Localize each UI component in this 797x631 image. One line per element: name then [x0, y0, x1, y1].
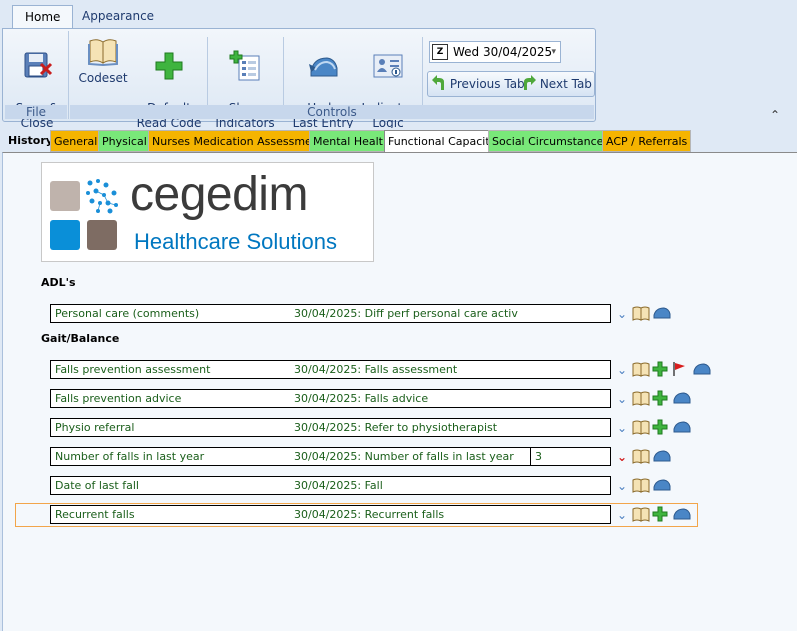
add-icon[interactable] — [652, 361, 670, 379]
date-picker[interactable]: Z Wed 30/04/2025 ▾ — [429, 41, 561, 63]
tab-nurses-medication-assessment[interactable]: Nurses Medication Assessment — [148, 130, 328, 152]
next-tab-button[interactable]: Next Tab — [522, 75, 592, 93]
next-tab-icon — [524, 75, 536, 90]
add-icon[interactable] — [652, 506, 670, 524]
add-icon — [155, 52, 183, 80]
chevron-icon[interactable]: ⌄ — [613, 419, 631, 437]
logo-square — [50, 181, 80, 211]
row-label: Falls prevention advice — [50, 389, 291, 408]
undo-icon[interactable] — [673, 506, 691, 524]
undo-icon[interactable] — [653, 448, 671, 466]
date-value: Wed 30/04/2025 — [453, 45, 553, 59]
flag-icon[interactable] — [672, 361, 690, 379]
tab-appearance[interactable]: Appearance — [70, 5, 166, 29]
divider — [422, 37, 423, 107]
book-icon[interactable] — [632, 477, 650, 495]
divider — [68, 31, 69, 119]
row-value-field[interactable]: 30/04/2025: Refer to physiotherapist — [290, 418, 611, 437]
chevron-icon[interactable]: ⌄ — [613, 390, 631, 408]
content-tab-strip: History General Physical Nurses Medicati… — [0, 128, 797, 152]
tab-acp-referrals[interactable]: ACP / Referrals — [602, 130, 692, 152]
codeset-label: Codeset — [78, 71, 128, 85]
logo-square — [50, 220, 80, 250]
chevron-red-icon[interactable]: ⌄ — [613, 448, 631, 466]
book-icon[interactable] — [632, 305, 650, 323]
form-row-recurrent-falls: Recurrent falls 30/04/2025: Recurrent fa… — [15, 503, 698, 527]
book-icon[interactable] — [632, 506, 650, 524]
row-label: Falls prevention assessment — [50, 360, 291, 379]
tab-mental-health[interactable]: Mental Health — [309, 130, 394, 152]
row-value-field[interactable]: 30/04/2025: Falls assessment — [290, 360, 611, 379]
book-icon[interactable] — [632, 419, 650, 437]
falls-count-input[interactable]: 3 — [530, 447, 611, 466]
add-icon[interactable] — [652, 390, 670, 408]
undo-icon[interactable] — [653, 305, 671, 323]
tab-functional-capacity[interactable]: Functional Capacity — [384, 130, 501, 152]
tab-home[interactable]: Home — [12, 5, 74, 29]
section-heading-gait-balance: Gait/Balance — [41, 332, 120, 345]
tab-general[interactable]: General — [50, 130, 102, 152]
row-inner: Recurrent falls 30/04/2025: Recurrent fa… — [50, 505, 691, 525]
logo-square — [87, 220, 117, 250]
ribbon-panel: Save & Close File Codeset Default Read C… — [2, 28, 596, 130]
row-value-field[interactable]: 30/04/2025: Number of falls in last year — [290, 447, 531, 466]
chevron-icon[interactable]: ⌄ — [613, 361, 631, 379]
tab-physical[interactable]: Physical — [98, 130, 151, 152]
tab-history[interactable]: History — [5, 130, 56, 152]
row-label: Recurrent falls — [50, 505, 291, 524]
group-label-controls: Controls — [70, 105, 594, 119]
row-value-field[interactable]: 30/04/2025: Recurrent falls — [290, 505, 611, 524]
previous-tab-button[interactable]: Previous Tab — [432, 75, 525, 93]
group-label-file: File — [5, 105, 67, 119]
divider — [207, 37, 208, 107]
tab-social-circumstances[interactable]: Social Circumstances — [488, 130, 614, 152]
logo-subtitle: Healthcare Solutions — [134, 229, 338, 254]
add-icon[interactable] — [652, 419, 670, 437]
chevron-icon[interactable]: ⌄ — [613, 477, 631, 495]
cegedim-logo: cegedim Healthcare Solutions — [41, 162, 374, 262]
next-tab-label: Next Tab — [539, 77, 592, 91]
row-label: Physio referral — [50, 418, 291, 437]
row-label: Date of last fall — [50, 476, 291, 495]
ribbon-tab-strip: Home Appearance — [0, 0, 797, 29]
undo-icon[interactable] — [693, 361, 711, 379]
book-icon[interactable] — [632, 448, 650, 466]
section-heading-adls: ADL's — [41, 276, 76, 289]
chevron-icon[interactable]: ⌄ — [613, 305, 631, 323]
collapse-ribbon-icon[interactable]: ⌃ — [770, 108, 780, 122]
undo-icon[interactable] — [673, 390, 691, 408]
undo-icon — [309, 57, 338, 77]
chevron-icon[interactable]: ⌄ — [613, 506, 631, 524]
row-value-field[interactable]: 30/04/2025: Falls advice — [290, 389, 611, 408]
row-label: Number of falls in last year — [50, 447, 291, 466]
previous-tab-icon — [432, 75, 444, 90]
undo-icon[interactable] — [673, 419, 691, 437]
row-label: Personal care (comments) — [50, 304, 291, 323]
row-value-field[interactable]: 30/04/2025: Fall — [290, 476, 611, 495]
indicators-icon — [229, 50, 260, 81]
logic-icon — [373, 54, 403, 78]
divider — [283, 37, 284, 107]
logo-wordmark: cegedim — [130, 168, 308, 221]
codeset-button[interactable]: Codeset — [75, 35, 131, 86]
logo-dots-icon — [86, 179, 118, 214]
row-value-field[interactable]: 30/04/2025: Diff perf personal care acti… — [290, 304, 611, 323]
previous-tab-label: Previous Tab — [449, 77, 525, 91]
save-icon — [24, 52, 53, 78]
book-icon[interactable] — [632, 390, 650, 408]
book-icon[interactable] — [632, 361, 650, 379]
undo-icon[interactable] — [653, 477, 671, 495]
calendar-icon: Z — [432, 44, 448, 60]
chevron-down-icon: ▾ — [551, 47, 556, 57]
book-icon — [88, 39, 118, 67]
form-panel: cegedim Healthcare Solutions ADL's Perso… — [2, 152, 797, 631]
tab-navigation: Previous Tab Next Tab — [427, 71, 595, 97]
